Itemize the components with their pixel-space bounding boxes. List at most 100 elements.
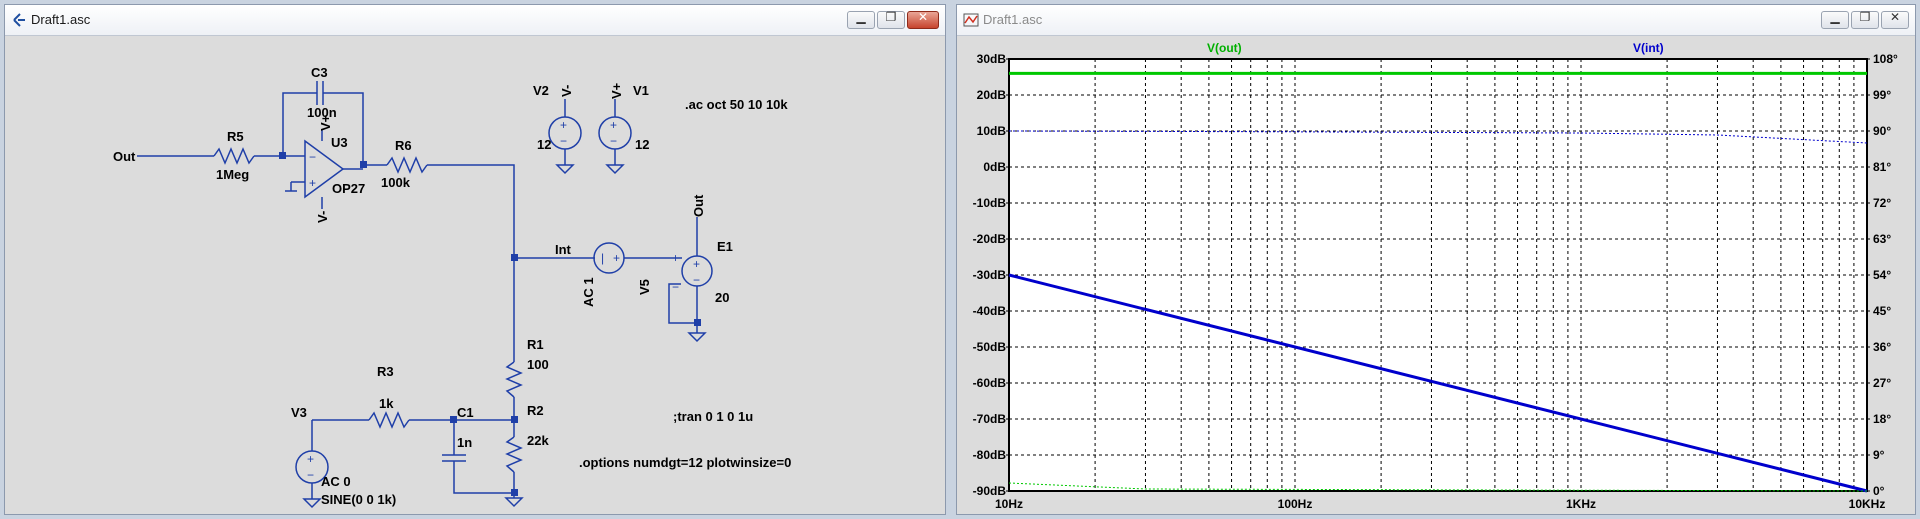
- y-tick-label: -40dB: [973, 304, 1007, 318]
- svg-text:+: +: [613, 251, 620, 265]
- ground-symbol: [302, 498, 322, 509]
- y2-tick-label: 9°: [1873, 448, 1885, 462]
- minimize-icon: ▁: [1830, 10, 1840, 24]
- v2-value: 12: [537, 137, 551, 152]
- schematic-titlebar[interactable]: Draft1.asc ▁ ❐ ✕: [5, 5, 945, 36]
- plot-window: Draft1.asc ▁ ❐ ✕ 30dB 20dB 10dB 0dB -10dB -20…: [956, 4, 1916, 515]
- y2-tick-label: 99°: [1873, 88, 1891, 102]
- legend-vout[interactable]: V(out): [1207, 41, 1242, 55]
- v1-node: V+: [609, 82, 624, 99]
- svg-text:+: +: [309, 176, 316, 190]
- ground-symbol: [687, 332, 707, 343]
- y-tick-label: -70dB: [973, 412, 1007, 426]
- r6-resistor[interactable]: [386, 156, 428, 174]
- plot-titlebar[interactable]: Draft1.asc ▁ ❐ ✕: [957, 5, 1915, 36]
- e1-label: E1: [717, 239, 733, 254]
- y-tick-label: 10dB: [977, 124, 1007, 138]
- maximize-icon: ❐: [1859, 10, 1871, 24]
- ground-symbol: [555, 164, 575, 175]
- svg-text:+: +: [560, 118, 567, 132]
- v3-sine: SINE(0 0 1k): [321, 492, 396, 507]
- r5-resistor[interactable]: [213, 147, 255, 165]
- u3-vminus: V-: [315, 211, 330, 223]
- close-button[interactable]: ✕: [1881, 10, 1909, 29]
- y-tick-label: 20dB: [977, 88, 1007, 102]
- r2-value: 22k: [527, 433, 549, 448]
- y2-tick-label: 36°: [1873, 340, 1891, 354]
- ground-symbol: [504, 497, 524, 508]
- y-tick-label: 30dB: [977, 52, 1007, 66]
- y2-tick-label: 54°: [1873, 268, 1891, 282]
- svg-text:+: +: [693, 257, 700, 271]
- y-tick-label: -10dB: [973, 196, 1007, 210]
- tran-directive[interactable]: ;tran 0 1 0 1u: [673, 409, 753, 424]
- svg-text:+: +: [610, 118, 617, 132]
- schematic-icon: [13, 13, 25, 27]
- x-tick-label: 100Hz: [1278, 497, 1313, 511]
- y2-tick-label: 0°: [1873, 484, 1885, 498]
- legend-vint[interactable]: V(int): [1633, 41, 1664, 55]
- svg-text:−: −: [610, 134, 617, 148]
- net-label-out: Out: [113, 149, 136, 164]
- v3-label: V3: [291, 405, 307, 420]
- r1-resistor[interactable]: [505, 361, 523, 398]
- c1-value: 1n: [457, 435, 472, 450]
- x-tick-label: 1KHz: [1566, 497, 1596, 511]
- u3-label: U3: [331, 135, 348, 150]
- c3-capacitor[interactable]: [316, 81, 324, 105]
- maximize-button[interactable]: ❐: [877, 10, 905, 29]
- v1-value: 12: [635, 137, 649, 152]
- y2-tick-label: 72°: [1873, 196, 1891, 210]
- y2-tick-label: 63°: [1873, 232, 1891, 246]
- c1-capacitor[interactable]: [442, 420, 514, 494]
- svg-text:|: |: [601, 251, 604, 265]
- u3-vplus: V+: [318, 114, 333, 131]
- y2-tick-label: 108°: [1873, 52, 1898, 66]
- y-tick-label: -20dB: [973, 232, 1007, 246]
- svg-text:−: −: [307, 468, 314, 482]
- svg-text:−: −: [693, 273, 700, 287]
- schematic-canvas[interactable]: +− +− +− | + +− +− −+ Out R5 1Meg C3 100n…: [9, 37, 941, 513]
- minimize-button[interactable]: ▁: [847, 10, 875, 29]
- y-tick-label: -60dB: [973, 376, 1007, 390]
- x-tick-label: 10Hz: [995, 497, 1023, 511]
- y-tick-label: -50dB: [973, 340, 1007, 354]
- waveform-icon: [963, 13, 979, 27]
- svg-text:+: +: [307, 452, 314, 466]
- close-button[interactable]: ✕: [907, 10, 939, 29]
- close-icon: ✕: [1889, 10, 1901, 24]
- r6-value: 100k: [381, 175, 411, 190]
- r2-resistor[interactable]: [505, 436, 523, 473]
- v2-node: V-: [559, 85, 574, 97]
- y2-tick-label: 90°: [1873, 124, 1891, 138]
- v2-label: V2: [533, 83, 549, 98]
- r3-resistor[interactable]: [368, 411, 410, 429]
- close-icon: ✕: [917, 10, 929, 24]
- y2-tick-label: 18°: [1873, 412, 1891, 426]
- options-directive[interactable]: .options numdgt=12 plotwinsize=0: [579, 455, 791, 470]
- v5-ac: AC 1: [581, 277, 596, 307]
- r3-value: 1k: [379, 396, 394, 411]
- r5-value: 1Meg: [216, 167, 249, 182]
- svg-text:+: +: [672, 251, 679, 265]
- c3-label: C3: [311, 65, 328, 80]
- v5-label: V5: [637, 279, 652, 295]
- maximize-button[interactable]: ❐: [1851, 10, 1879, 29]
- ac-directive[interactable]: .ac oct 50 10 10k: [685, 97, 788, 112]
- y2-tick-label: 45°: [1873, 304, 1891, 318]
- minimize-button[interactable]: ▁: [1821, 10, 1849, 29]
- plot-title: Draft1.asc: [983, 12, 1043, 27]
- v3-ac: AC 0: [321, 474, 351, 489]
- u3-model: OP27: [332, 181, 365, 196]
- x-tick-label: 10KHz: [1849, 497, 1886, 511]
- plot-canvas[interactable]: 30dB 20dB 10dB 0dB -10dB -20dB -30dB -40dB -50dB…: [957, 37, 1915, 515]
- r3-label: R3: [377, 364, 394, 379]
- schematic-window: Draft1.asc ▁ ❐ ✕ + − + − + − | + + − + −…: [4, 4, 946, 515]
- net-label-int: Int: [555, 242, 572, 257]
- c1-label: C1: [457, 405, 474, 420]
- net-label-out-top: Out: [691, 194, 706, 217]
- y2-tick-label: 81°: [1873, 160, 1891, 174]
- r1-label: R1: [527, 337, 544, 352]
- r1-value: 100: [527, 357, 549, 372]
- minimize-icon: ▁: [856, 10, 866, 24]
